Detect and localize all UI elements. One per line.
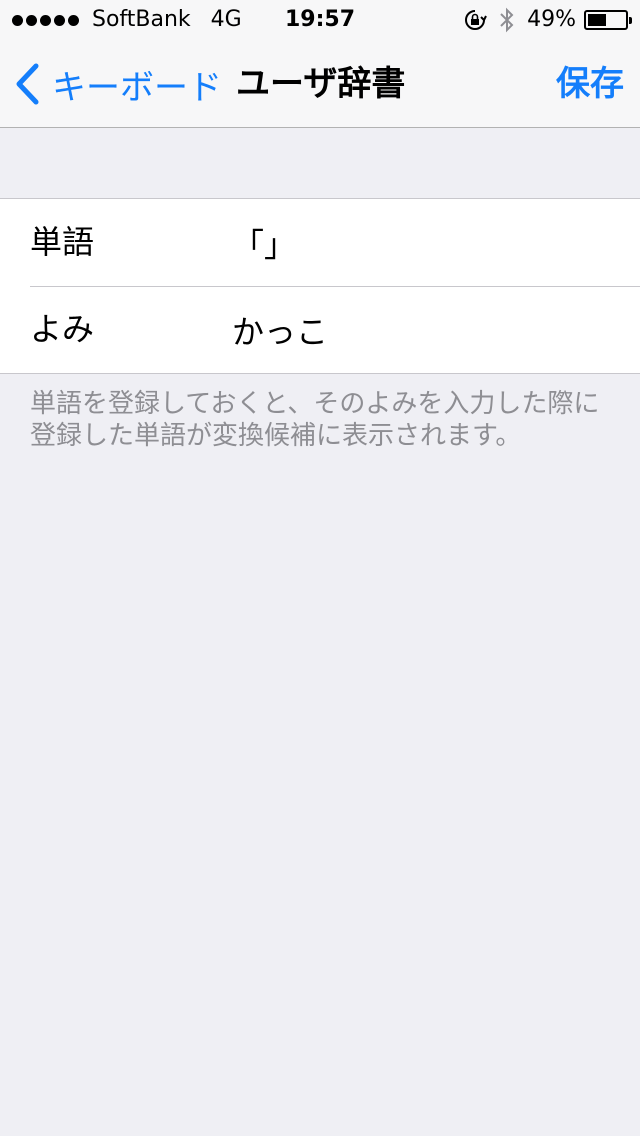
- page-title: ユーザ辞書: [236, 64, 406, 104]
- save-button[interactable]: 保存: [556, 60, 624, 108]
- battery-icon: [584, 10, 632, 30]
- navigation-bar: キーボード ユーザ辞書 保存: [0, 40, 640, 128]
- footer-note: 単語を登録しておくと、そのよみを入力した際に登録した単語が変換候補に表示されます…: [30, 389, 600, 451]
- dictionary-form: 単語 よみ: [0, 198, 640, 374]
- chevron-left-icon: [16, 63, 39, 105]
- status-bar: SoftBank 4G 19:57 49%: [0, 0, 640, 40]
- rotation-lock-icon: [463, 8, 487, 32]
- word-input[interactable]: [232, 199, 622, 286]
- reading-input[interactable]: [232, 286, 622, 373]
- top-bar: SoftBank 4G 19:57 49% キーボード ユーザ辞書 保存: [0, 0, 640, 128]
- battery-fill: [588, 14, 606, 26]
- bluetooth-icon: [499, 7, 515, 33]
- word-row: 単語: [0, 199, 640, 286]
- reading-label: よみ: [30, 310, 95, 348]
- back-button-label: キーボード: [52, 67, 222, 108]
- back-button[interactable]: キーボード: [14, 60, 222, 108]
- word-label: 単語: [30, 223, 95, 261]
- battery-percent: 49%: [527, 7, 576, 32]
- reading-row: よみ: [0, 286, 640, 373]
- status-right: 49%: [463, 0, 632, 40]
